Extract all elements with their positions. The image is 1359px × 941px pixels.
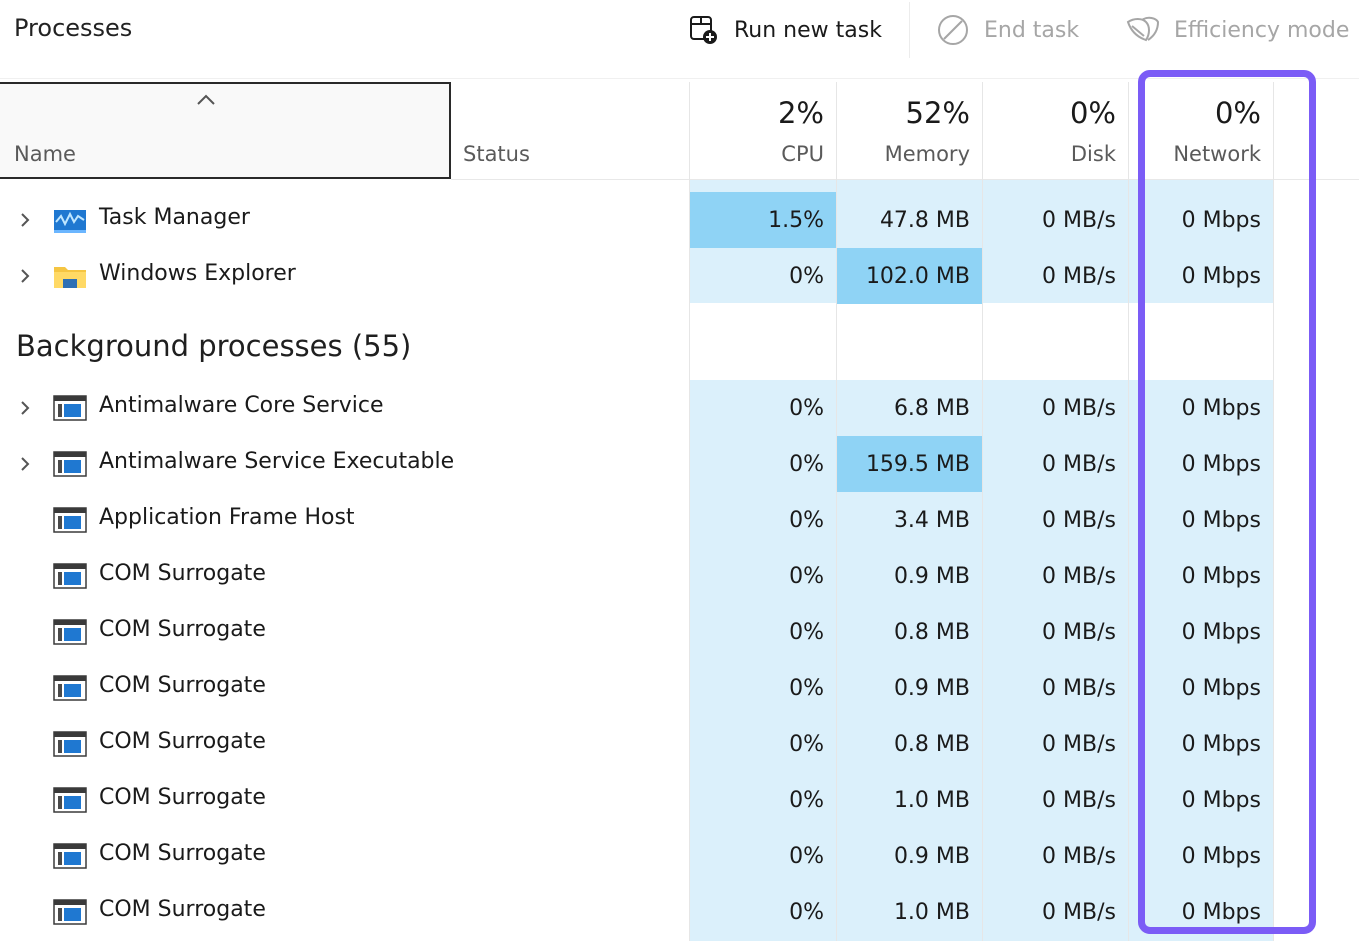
memory-cell: 0.9 MB [893, 843, 970, 869]
cpu-cell: 1.5% [690, 192, 836, 248]
process-name: COM Surrogate [99, 617, 266, 642]
cpu-total: 2% [777, 96, 824, 130]
memory-cell: 0.8 MB [893, 619, 970, 645]
cpu-cell: 0% [789, 843, 824, 869]
disk-cell: 0 MB/s [1042, 843, 1116, 869]
service-window-icon [53, 619, 87, 645]
disk-cell: 0 MB/s [1042, 675, 1116, 701]
disk-cell: 0 MB/s [1042, 731, 1116, 757]
memory-total: 52% [905, 96, 970, 130]
chevron-right-icon[interactable] [18, 267, 32, 285]
run-new-task-icon [690, 16, 717, 44]
process-name: Windows Explorer [99, 261, 296, 286]
page-title: Processes [14, 14, 133, 42]
process-name: COM Surrogate [99, 841, 266, 866]
cpu-cell: 0% [789, 731, 824, 757]
status-column-header[interactable]: Status [452, 82, 690, 179]
folder-icon [54, 267, 86, 288]
disk-cell: 0 MB/s [1042, 263, 1116, 289]
process-name: COM Surrogate [99, 729, 266, 754]
toolbar-separator [909, 2, 910, 58]
disk-cell: 0 MB/s [1042, 451, 1116, 477]
task-manager-icon [54, 210, 86, 233]
process-name: Antimalware Core Service [99, 393, 384, 418]
service-window-icon [53, 395, 87, 421]
process-name: COM Surrogate [99, 673, 266, 698]
name-column-header[interactable]: Name [0, 82, 451, 179]
memory-cell: 47.8 MB [879, 207, 970, 233]
chevron-right-icon[interactable] [18, 211, 32, 229]
toolbar: Processes Run new task End task Efficien… [0, 0, 1359, 62]
disk-cell: 0 MB/s [1042, 899, 1116, 925]
memory-cell: 0.8 MB [893, 731, 970, 757]
efficiency-mode-label: Efficiency mode [1174, 17, 1350, 43]
process-name: Application Frame Host [99, 505, 355, 530]
service-window-icon [53, 731, 87, 757]
end-task-label: End task [984, 17, 1080, 43]
cpu-cell: 0% [789, 395, 824, 421]
cpu-cell: 0% [789, 451, 824, 477]
service-window-icon [53, 507, 87, 533]
cpu-cell: 0% [789, 507, 824, 533]
cpu-cell: 0% [789, 619, 824, 645]
leaf-icon [1126, 16, 1160, 42]
disk-cell: 0 MB/s [1042, 787, 1116, 813]
memory-cell: 0.9 MB [893, 675, 970, 701]
end-task-button[interactable]: End task [936, 10, 1079, 50]
disk-cell: 0 MB/s [1042, 563, 1116, 589]
disk-column-label: Disk [1070, 142, 1116, 166]
memory-cell: 102.0 MB [837, 248, 982, 304]
cpu-cell: 0% [789, 263, 824, 289]
service-window-icon [53, 843, 87, 869]
process-name: COM Surrogate [99, 785, 266, 810]
memory-cell: 3.4 MB [893, 507, 970, 533]
efficiency-mode-button[interactable]: Efficiency mode [1124, 10, 1349, 50]
sort-ascending-icon [197, 94, 215, 105]
process-name: Task Manager [99, 205, 250, 230]
cpu-cell: 0% [789, 675, 824, 701]
end-task-icon [938, 15, 968, 45]
cpu-column-label: CPU [781, 142, 824, 166]
memory-cell: 0.9 MB [893, 563, 970, 589]
cpu-column-header[interactable]: 2% CPU [690, 82, 836, 179]
process-name: Antimalware Service Executable [99, 449, 455, 474]
memory-column-header[interactable]: 52% Memory [837, 82, 982, 179]
run-new-task-button[interactable]: Run new task [688, 10, 882, 50]
disk-column-header[interactable]: 0% Disk [983, 82, 1128, 179]
service-window-icon [53, 451, 87, 477]
disk-total: 0% [1069, 96, 1116, 130]
disk-cell: 0 MB/s [1042, 395, 1116, 421]
name-column-label: Name [14, 142, 76, 166]
memory-cell: 6.8 MB [893, 395, 970, 421]
run-new-task-label: Run new task [734, 17, 882, 43]
process-name: COM Surrogate [99, 897, 266, 922]
network-column-highlight [1138, 70, 1316, 934]
memory-column-label: Memory [884, 142, 970, 166]
disk-cell: 0 MB/s [1042, 207, 1116, 233]
status-column-label: Status [463, 142, 530, 166]
cpu-cell: 0% [789, 563, 824, 589]
chevron-right-icon[interactable] [18, 399, 32, 417]
memory-cell: 1.0 MB [893, 787, 970, 813]
group-header-background-processes: Background processes (55) [16, 329, 412, 363]
memory-cell: 1.0 MB [893, 899, 970, 925]
cpu-cell: 0% [789, 899, 824, 925]
disk-cell: 0 MB/s [1042, 507, 1116, 533]
memory-cell: 159.5 MB [837, 436, 982, 492]
process-name: COM Surrogate [99, 561, 266, 586]
service-window-icon [53, 675, 87, 701]
cpu-cell: 0% [789, 787, 824, 813]
service-window-icon [53, 787, 87, 813]
service-window-icon [53, 899, 87, 925]
chevron-right-icon[interactable] [18, 455, 32, 473]
service-window-icon [53, 563, 87, 589]
disk-cell: 0 MB/s [1042, 619, 1116, 645]
